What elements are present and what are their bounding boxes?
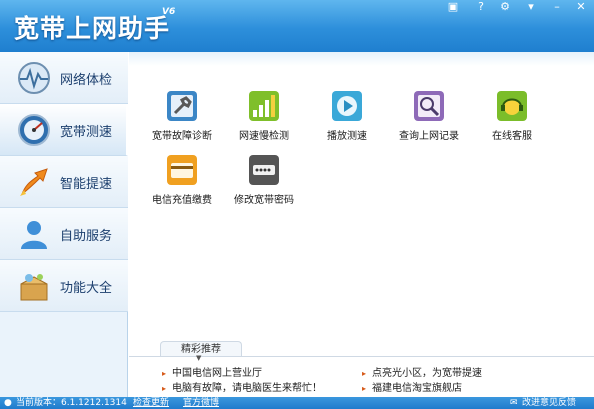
bullet-icon: ▸ — [362, 384, 367, 393]
version-text: 当前版本：6.1.1212.1314 — [16, 398, 127, 408]
bullet-icon: ▸ — [162, 384, 167, 393]
tool-label: 网速慢检测 — [239, 131, 289, 142]
main-top-strip — [129, 52, 594, 66]
heartbeat-globe-icon — [18, 62, 50, 94]
tool-label: 播放测速 — [327, 131, 367, 142]
tool-telecom-recharge[interactable]: 电信充值缴费 — [142, 154, 222, 214]
recommend-link[interactable]: ▸ 福建电信淘宝旗舰店 — [362, 379, 462, 394]
tool-label: 电信充值缴费 — [152, 195, 212, 206]
tool-label: 在线客服 — [492, 131, 532, 142]
app-title: 宽带上网助手 — [14, 14, 171, 43]
rocket-arrow-icon — [20, 168, 48, 196]
app-version: V6 — [162, 7, 176, 17]
signal-bars-icon — [249, 91, 279, 121]
caret-down-icon: ▼ — [196, 354, 202, 362]
wrench-diagnose-icon — [167, 91, 197, 121]
settings-gear-icon[interactable]: ⚙ — [494, 0, 516, 14]
help-button[interactable]: ? — [470, 0, 492, 14]
sidebar-item-label: 自助服务 — [60, 229, 113, 244]
tool-online-support[interactable]: 在线客服 — [472, 90, 552, 150]
sidebar: 网络体检 宽带测速 智能提速 自助服务 功能大全 — [0, 52, 128, 397]
password-icon — [249, 155, 279, 185]
sidebar-item-speed-test[interactable]: 宽带测速 — [0, 104, 128, 156]
feedback-icon: ✉ — [510, 398, 518, 408]
play-icon — [332, 91, 362, 121]
sidebar-item-network-checkup[interactable]: 网络体检 — [0, 52, 128, 104]
status-info-icon: ● — [4, 398, 12, 408]
skin-button[interactable]: ▣ — [442, 0, 464, 14]
recommend-link[interactable]: ▸ 电脑有故障，请电脑医生来帮忙！ — [162, 379, 322, 394]
sidebar-item-label: 网络体检 — [60, 73, 113, 88]
magnifier-icon — [414, 91, 444, 121]
tool-label: 查询上网记录 — [399, 131, 459, 142]
feedback-link[interactable]: 改进意见反馈 — [522, 397, 576, 409]
title-bar: 宽带上网助手 V6 ▣ ? ⚙ ▾ – ✕ — [0, 0, 594, 52]
speedometer-icon — [18, 114, 50, 146]
user-icon — [21, 221, 47, 249]
check-update-link[interactable]: 检查更新 — [133, 397, 169, 409]
sidebar-item-label: 宽带测速 — [60, 125, 113, 140]
tool-change-broadband-password[interactable]: 修改宽带密码 — [224, 154, 304, 214]
status-bar: ● 当前版本：6.1.1212.1314 检查更新 官方微博 ✉ 改进意见反馈 — [0, 397, 594, 409]
sidebar-item-all-features[interactable]: 功能大全 — [0, 260, 128, 312]
headset-icon — [497, 91, 527, 121]
official-weibo-link[interactable]: 官方微博 — [183, 397, 219, 409]
bullet-icon: ▸ — [162, 369, 167, 378]
tool-label: 修改宽带密码 — [234, 195, 294, 206]
close-button[interactable]: ✕ — [570, 0, 592, 14]
card-icon — [167, 155, 197, 185]
tool-playback-speed-test[interactable]: 播放测速 — [307, 90, 387, 150]
recommend-link[interactable]: ▸ 点亮光小区，为宽带提速 — [362, 364, 482, 379]
bullet-icon: ▸ — [362, 369, 367, 378]
sidebar-item-label: 功能大全 — [60, 281, 113, 296]
tool-broadband-diagnosis[interactable]: 宽带故障诊断 — [142, 90, 222, 150]
recommend-link[interactable]: ▸ 中国电信网上营业厅 — [162, 364, 262, 379]
tool-label: 宽带故障诊断 — [152, 131, 212, 142]
sidebar-item-label: 智能提速 — [60, 177, 113, 192]
sidebar-item-self-service[interactable]: 自助服务 — [0, 208, 128, 260]
menu-dropdown-icon[interactable]: ▾ — [520, 0, 542, 14]
sidebar-item-smart-boost[interactable]: 智能提速 — [0, 156, 128, 208]
tool-query-online-records[interactable]: 查询上网记录 — [389, 90, 469, 150]
toolbox-icon — [20, 274, 48, 301]
minimize-button[interactable]: – — [546, 0, 568, 14]
tool-slow-speed-check[interactable]: 网速慢检测 — [224, 90, 304, 150]
